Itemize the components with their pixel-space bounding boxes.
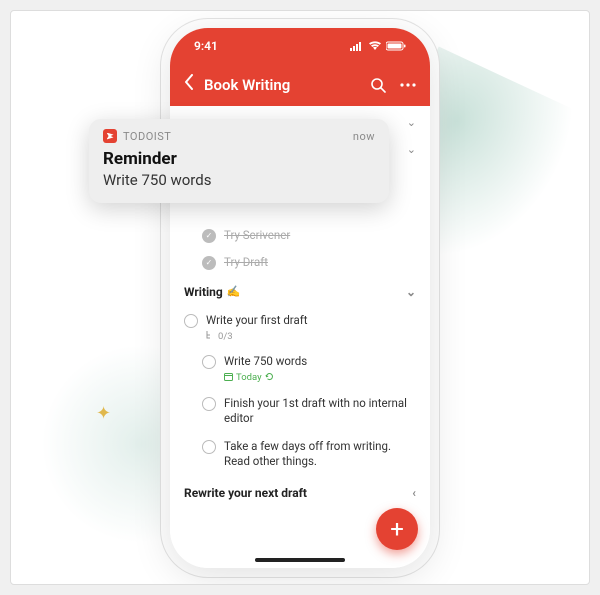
calendar-icon (224, 372, 233, 384)
chevron-down-icon[interactable]: ⌄ (407, 116, 416, 129)
nav-bar: Book Writing (170, 64, 430, 106)
task-title: Write your first draft (206, 313, 416, 329)
notification-title: Reminder (103, 149, 375, 169)
wifi-icon (368, 41, 382, 51)
home-indicator (255, 558, 345, 562)
notification-app-name: TODOIST (123, 130, 171, 143)
task-row[interactable]: Try Draft (202, 249, 416, 277)
notification-header: TODOIST now (103, 129, 375, 143)
collapsed-chevrons: ⌄ ⌄ (407, 116, 416, 156)
subtask-icon (206, 330, 215, 342)
signal-icon (350, 41, 364, 51)
task-row[interactable]: Take a few days off from writing. Read o… (202, 433, 416, 476)
notification-body: Write 750 words (103, 171, 375, 189)
section-label: Writing (184, 285, 223, 299)
decorative-sparkle-icon: ✦ (96, 403, 111, 424)
status-indicators (350, 41, 406, 51)
more-button[interactable] (400, 83, 416, 87)
checkbox-empty-icon[interactable] (202, 440, 216, 454)
task-date: Today (224, 372, 416, 384)
search-button[interactable] (370, 77, 386, 93)
checkbox-checked-icon[interactable] (202, 229, 216, 243)
task-title: Write 750 words (224, 354, 416, 370)
section-header-writing[interactable]: Writing ✍️ ⌄ (184, 277, 416, 307)
section-rewrite[interactable]: Rewrite your next draft ‹ (184, 476, 416, 510)
checkbox-checked-icon[interactable] (202, 256, 216, 270)
task-row[interactable]: Try Scrivener (202, 222, 416, 250)
task-title: Try Draft (224, 255, 416, 271)
nav-title: Book Writing (204, 76, 356, 94)
task-title: Finish your 1st draft with no internal e… (224, 396, 416, 427)
plus-icon: + (390, 515, 404, 543)
task-row[interactable]: Write 750 words Today (202, 348, 416, 390)
chevron-down-icon: ⌄ (406, 285, 416, 299)
battery-icon (386, 41, 406, 51)
back-button[interactable] (184, 74, 194, 95)
task-title: Take a few days off from writing. Read o… (224, 439, 416, 470)
todoist-app-icon (103, 129, 117, 143)
writing-hand-icon: ✍️ (227, 285, 241, 298)
notification-time: now (353, 130, 375, 143)
add-task-button[interactable]: + (376, 508, 418, 550)
task-title: Try Scrivener (224, 228, 416, 244)
chevron-left-icon: ‹ (412, 486, 416, 500)
checkbox-empty-icon[interactable] (184, 314, 198, 328)
notification-card[interactable]: TODOIST now Reminder Write 750 words (89, 119, 389, 203)
checkbox-empty-icon[interactable] (202, 355, 216, 369)
chevron-down-icon[interactable]: ⌄ (407, 143, 416, 156)
status-bar: 9:41 (170, 28, 430, 64)
phone-frame: 9:41 Book Writing (170, 28, 430, 568)
status-time: 9:41 (194, 39, 218, 53)
section-label: Rewrite your next draft (184, 486, 307, 500)
recurring-icon (265, 372, 274, 384)
checkbox-empty-icon[interactable] (202, 397, 216, 411)
subtask-count: 0/3 (206, 330, 416, 342)
task-row-first-draft[interactable]: Write your first draft 0/3 (184, 307, 416, 349)
task-row[interactable]: Finish your 1st draft with no internal e… (202, 390, 416, 433)
